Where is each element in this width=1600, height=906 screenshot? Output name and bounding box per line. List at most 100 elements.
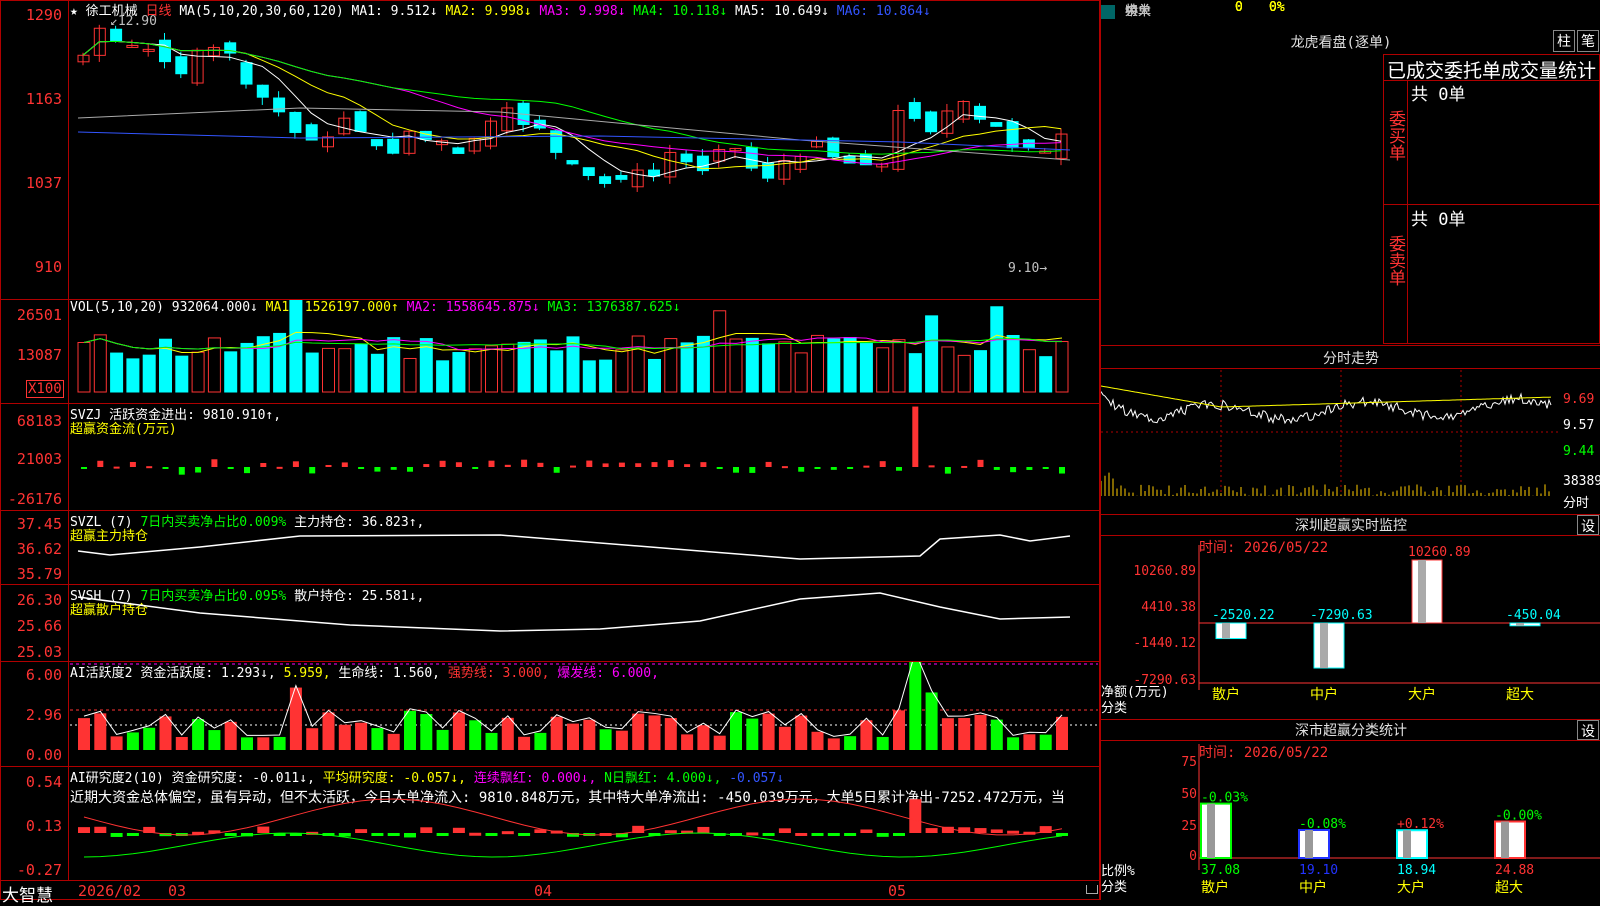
activity-bar — [1023, 734, 1036, 750]
activity-bar — [420, 714, 433, 750]
fund-flow-bar — [113, 466, 120, 469]
price-pane[interactable]: ★ 徐工机械 日线 MA(5,10,20,30,60,120) MA1: 9.5… — [0, 0, 1100, 300]
svsh-pane[interactable]: SVSH (7) 7日内买卖净占比0.095% 散户持仓: 25.581↓, 超… — [0, 585, 1100, 661]
activity-bar — [485, 732, 498, 750]
monitor-bar-value: -7290.63 — [1310, 608, 1373, 623]
research-bar — [860, 829, 873, 833]
axis-year: 2026/02 — [78, 882, 142, 900]
activity-bar — [192, 719, 205, 750]
fund-flow-bar — [700, 462, 707, 467]
category-name: 大户 — [1397, 879, 1425, 896]
volume-bar — [664, 338, 678, 393]
volume-bar — [452, 352, 466, 393]
activity-bar — [78, 718, 90, 750]
research-bar — [1056, 833, 1068, 836]
activity-bar — [257, 737, 270, 750]
research-bar — [94, 826, 107, 833]
activity-bar — [697, 725, 710, 750]
volume-chart[interactable] — [0, 300, 1100, 404]
fund-flow-bar — [879, 461, 886, 467]
research-bar — [387, 833, 400, 836]
fund-flow-bar — [309, 467, 316, 474]
tick-view-button[interactable]: 笔 — [1577, 30, 1599, 52]
volume-bar — [485, 345, 498, 393]
activity-bar — [241, 737, 253, 750]
candlestick-chart[interactable] — [0, 0, 1100, 300]
fund-flow-bar — [81, 467, 87, 469]
activity-bar — [404, 710, 416, 750]
activity-bar — [632, 713, 645, 750]
research-bar — [126, 833, 139, 836]
ai-research-pane[interactable]: AI研究度2(10) 资金研究度: -0.011↓, 平均研究度: -0.057… — [0, 767, 1100, 880]
fund-flow-bar — [211, 459, 218, 467]
activity-bar — [730, 712, 742, 750]
fund-flow-bar — [97, 460, 104, 467]
volume-bar — [110, 352, 124, 393]
brand-logo[interactable]: 大智慧 — [2, 881, 53, 906]
volume-bar — [599, 359, 613, 393]
volume-bar — [713, 310, 727, 393]
fund-flow-bar — [651, 462, 658, 467]
research-bar — [452, 827, 465, 833]
activity-bar — [1039, 734, 1052, 750]
fenshi-vol-unit: 分时 — [1563, 496, 1590, 511]
volume-bar — [648, 358, 661, 393]
candle-body — [680, 153, 693, 163]
activity-bar — [126, 732, 139, 750]
activity-bar — [94, 713, 107, 750]
svzl-pane[interactable]: SVZL (7) 7日内买卖净占比0.009% 主力持仓: 36.823↑, 超… — [0, 511, 1100, 584]
ai-activity-pane[interactable]: AI活跃度2 资金活跃度: 1.293↓, 5.959, 生命线: 1.560,… — [0, 662, 1100, 766]
fund-flow-bar — [178, 467, 185, 475]
fund-flow-bar — [537, 462, 544, 467]
volume-pane[interactable]: VOL(5,10,20) 932064.000↓ MA1: 1526197.00… — [0, 300, 1100, 404]
volume-bar — [631, 335, 645, 393]
fund-flow-bar — [944, 467, 951, 474]
fund-flow-bar — [977, 459, 984, 467]
fund-flow-bar — [521, 459, 528, 467]
activity-bar — [175, 736, 188, 750]
category-value: 37.08 — [1201, 863, 1240, 878]
monitor-bar — [1215, 622, 1247, 640]
monitor-bar-shade — [1222, 623, 1230, 639]
volume-bar — [240, 342, 254, 393]
lock-icon[interactable] — [1086, 885, 1098, 894]
volume-bar — [974, 350, 987, 393]
ai-activity-chart[interactable] — [0, 662, 1100, 766]
fund-flow-bar — [504, 464, 511, 467]
main-holding-line — [77, 534, 1071, 560]
candle-body — [925, 111, 938, 133]
research-bar — [355, 829, 368, 833]
svzj-pane[interactable]: SVZJ 活跃资金进出: 9810.910↑, 超赢资金流(万元) 68183 … — [0, 404, 1100, 510]
research-bar — [827, 833, 840, 836]
candle-body — [159, 39, 171, 63]
svzl-chart[interactable] — [0, 511, 1100, 584]
monitor-bar-shade — [1516, 623, 1524, 626]
fund-flow-bar — [765, 461, 772, 467]
activity-bar — [909, 662, 922, 750]
activity-bar — [208, 730, 221, 750]
sell-order-label: 委卖单 — [1385, 235, 1405, 286]
volume-bar — [403, 357, 417, 393]
intraday-panel[interactable]: 分时走势 9.69 9.57 9.44 38389 分时 — [1101, 346, 1600, 514]
activity-bar — [371, 728, 384, 750]
volume-bar — [1055, 341, 1069, 393]
volume-bar — [1039, 356, 1053, 393]
svzj-chart[interactable] — [0, 404, 1100, 510]
ai-research-chart[interactable] — [0, 767, 1100, 880]
activity-bar — [681, 734, 694, 750]
intraday-chart[interactable] — [1101, 346, 1561, 514]
activity-bar — [844, 736, 857, 750]
svsh-chart[interactable] — [0, 585, 1100, 661]
candle-body — [908, 102, 921, 119]
fund-flow-bar — [781, 466, 788, 469]
order-name: 小单 — [1125, 4, 1152, 19]
fund-flow-bar — [896, 467, 902, 471]
activity-bar — [811, 731, 824, 750]
activity-bar — [746, 718, 759, 750]
research-bar — [78, 827, 90, 833]
candle-body — [745, 146, 758, 169]
bar-view-button[interactable]: 柱 — [1553, 30, 1575, 52]
volume-bar — [566, 336, 580, 393]
monitor-bar-shade — [1320, 623, 1328, 668]
fund-flow-bar — [684, 464, 691, 467]
